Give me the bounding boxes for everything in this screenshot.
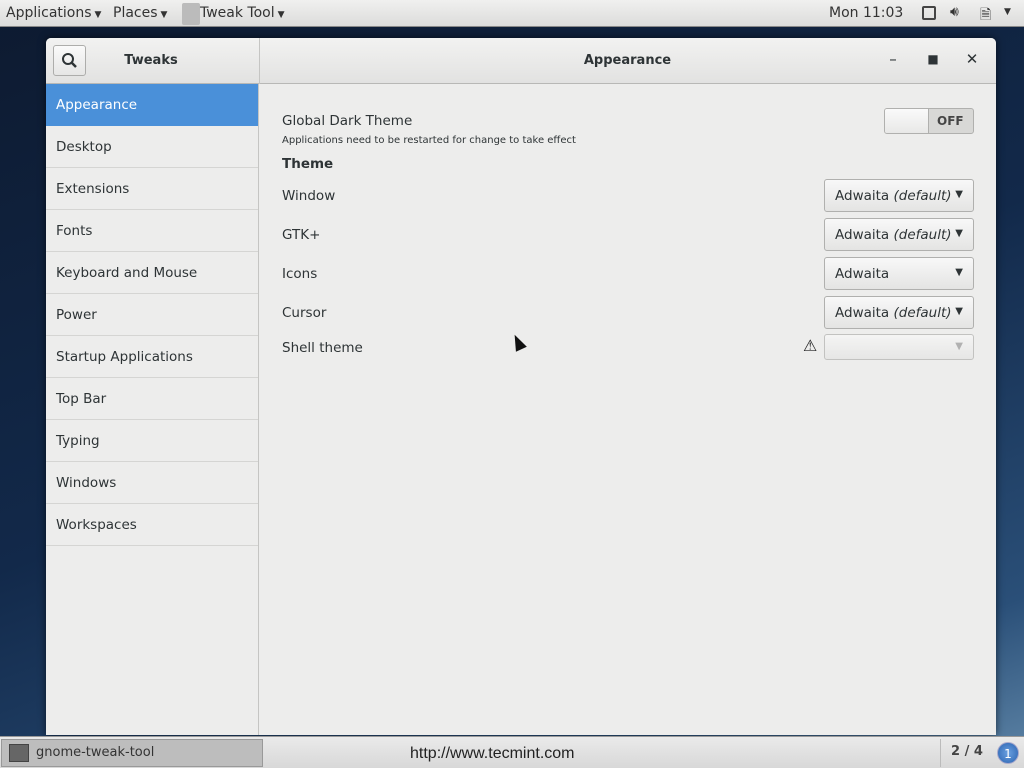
tweak-tool-icon: [9, 744, 29, 762]
window-theme-dropdown[interactable]: Adwaita (default) ▼: [824, 179, 974, 212]
workspace-indicator[interactable]: 2 / 4: [940, 739, 990, 767]
battery-icon[interactable]: 🗎: [980, 4, 991, 28]
tweak-tool-window: Tweaks Appearance – ■ ✕ Appearance Deskt…: [46, 38, 996, 735]
places-label: Places: [113, 5, 158, 21]
sidebar: Appearance Desktop Extensions Fonts Keyb…: [46, 84, 259, 735]
notification-badge[interactable]: 1: [997, 742, 1019, 764]
gtk-theme-label: GTK+: [282, 227, 321, 243]
global-dark-theme-label: Global Dark Theme: [282, 113, 413, 129]
chevron-down-icon: ▼: [955, 306, 963, 317]
toggle-state: OFF: [937, 114, 964, 128]
dropdown-suffix: (default): [893, 305, 952, 321]
appearance-panel: Global Dark Theme Applications need to b…: [260, 84, 996, 735]
window-icon[interactable]: [922, 6, 936, 20]
sidebar-item-power[interactable]: Power: [46, 294, 258, 336]
sidebar-title: Tweaks: [124, 53, 178, 68]
minimize-button[interactable]: –: [883, 50, 903, 68]
shell-theme-label: Shell theme: [282, 340, 363, 356]
sidebar-item-windows[interactable]: Windows: [46, 462, 258, 504]
window-theme-label: Window: [282, 188, 336, 204]
dark-theme-note: Applications need to be restarted for ch…: [282, 135, 576, 146]
volume-icon[interactable]: 🔊︎: [950, 4, 959, 20]
watermark-url: http://www.tecmint.com: [410, 745, 575, 762]
search-icon: [62, 53, 77, 68]
header-bar: Tweaks Appearance – ■ ✕: [46, 38, 996, 84]
bottom-panel: gnome-tweak-tool http://www.tecmint.com …: [0, 736, 1024, 768]
system-menu-chevron-icon[interactable]: ▼: [1004, 7, 1011, 17]
cursor-theme-dropdown[interactable]: Adwaita (default) ▼: [824, 296, 974, 329]
sidebar-item-extensions[interactable]: Extensions: [46, 168, 258, 210]
applications-menu[interactable]: Applications ▼: [6, 5, 101, 21]
sidebar-item-typing[interactable]: Typing: [46, 420, 258, 462]
toggle-knob: [885, 109, 929, 133]
theme-heading: Theme: [282, 156, 334, 172]
dropdown-suffix: (default): [893, 227, 952, 243]
applications-label: Applications: [6, 5, 92, 21]
chevron-down-icon: ▼: [955, 267, 963, 278]
sidebar-item-workspaces[interactable]: Workspaces: [46, 504, 258, 546]
top-bar: Applications ▼ Places ▼ Tweak Tool ▼ Mon 11…: [0, 0, 1024, 27]
chevron-down-icon: ▼: [955, 228, 963, 239]
gtk-theme-dropdown[interactable]: Adwaita (default) ▼: [824, 218, 974, 251]
places-menu[interactable]: Places ▼: [113, 5, 167, 21]
dropdown-value: Adwaita: [835, 266, 890, 282]
sidebar-item-desktop[interactable]: Desktop: [46, 126, 258, 168]
chevron-down-icon: ▼: [955, 341, 963, 352]
shell-theme-dropdown[interactable]: ▼: [824, 334, 974, 360]
sidebar-item-fonts[interactable]: Fonts: [46, 210, 258, 252]
icons-theme-dropdown[interactable]: Adwaita ▼: [824, 257, 974, 290]
sidebar-item-appearance[interactable]: Appearance: [46, 84, 258, 126]
tweak-tool-app-icon: [182, 3, 200, 25]
search-button[interactable]: [53, 45, 86, 76]
app-menu[interactable]: Tweak Tool ▼: [200, 5, 285, 21]
chevron-down-icon: ▼: [94, 10, 102, 20]
cursor-theme-label: Cursor: [282, 305, 327, 321]
icons-theme-label: Icons: [282, 266, 318, 282]
dropdown-value: Adwaita: [835, 188, 890, 204]
close-button[interactable]: ✕: [962, 50, 982, 68]
chevron-down-icon: ▼: [277, 10, 285, 20]
dropdown-value: Adwaita: [835, 305, 890, 321]
app-menu-label: Tweak Tool: [200, 5, 275, 21]
sidebar-item-keyboard-mouse[interactable]: Keyboard and Mouse: [46, 252, 258, 294]
chevron-down-icon: ▼: [955, 189, 963, 200]
sidebar-item-top-bar[interactable]: Top Bar: [46, 378, 258, 420]
dropdown-value: Adwaita: [835, 227, 890, 243]
sidebar-item-startup-applications[interactable]: Startup Applications: [46, 336, 258, 378]
clock[interactable]: Mon 11:03: [829, 5, 903, 21]
warning-icon: ⚠: [803, 336, 818, 355]
dropdown-suffix: (default): [893, 188, 952, 204]
task-label: gnome-tweak-tool: [36, 745, 155, 760]
chevron-down-icon: ▼: [160, 10, 168, 20]
maximize-button[interactable]: ■: [923, 52, 943, 66]
dark-theme-toggle[interactable]: OFF: [884, 108, 974, 134]
taskbar-item-gnome-tweak-tool[interactable]: gnome-tweak-tool: [1, 739, 263, 767]
